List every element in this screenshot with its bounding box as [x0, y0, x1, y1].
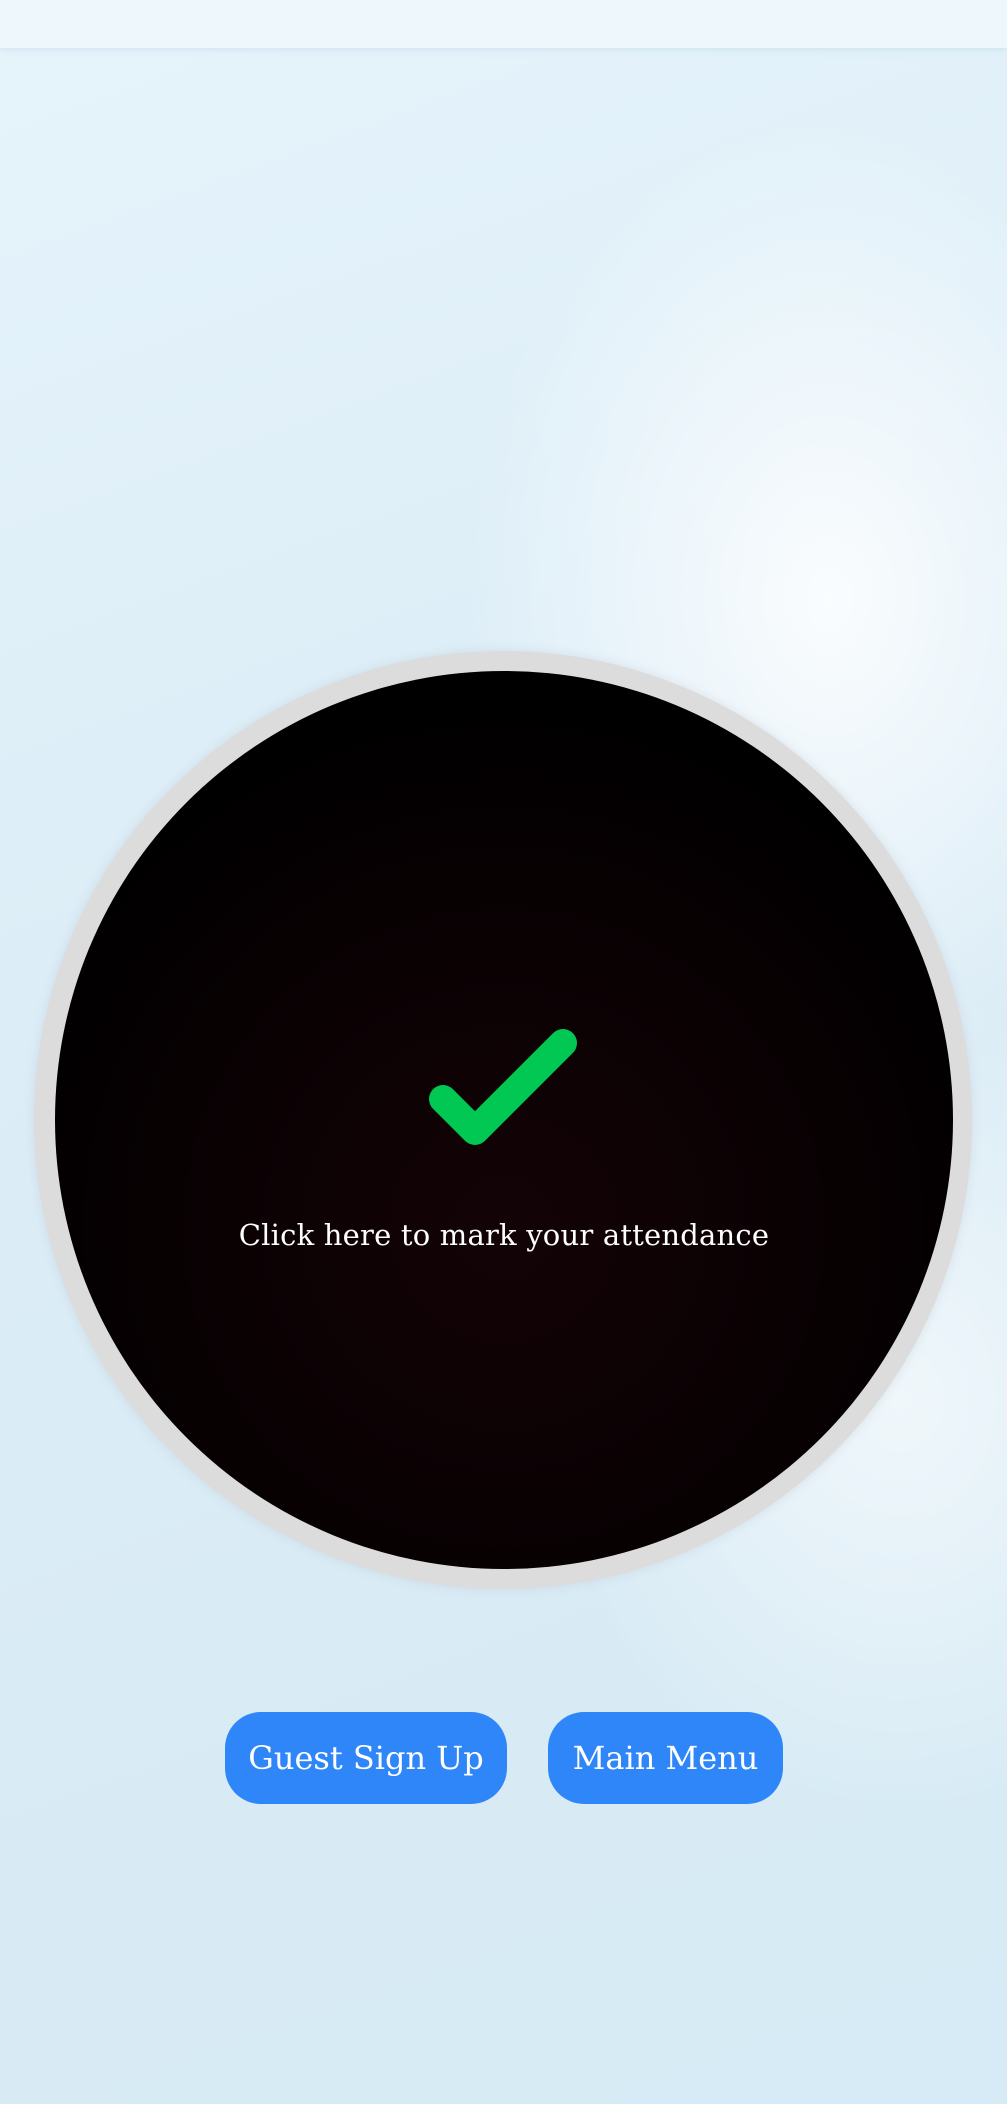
top-bar: [0, 0, 1007, 48]
checkmark-icon: [429, 1029, 577, 1145]
guest-sign-up-label: Guest Sign Up: [248, 1739, 484, 1777]
attendance-label: Click here to mark your attendance: [238, 1218, 770, 1252]
main-menu-button[interactable]: Main Menu: [548, 1712, 783, 1804]
main-menu-label: Main Menu: [572, 1739, 759, 1777]
guest-sign-up-button[interactable]: Guest Sign Up: [225, 1712, 507, 1804]
